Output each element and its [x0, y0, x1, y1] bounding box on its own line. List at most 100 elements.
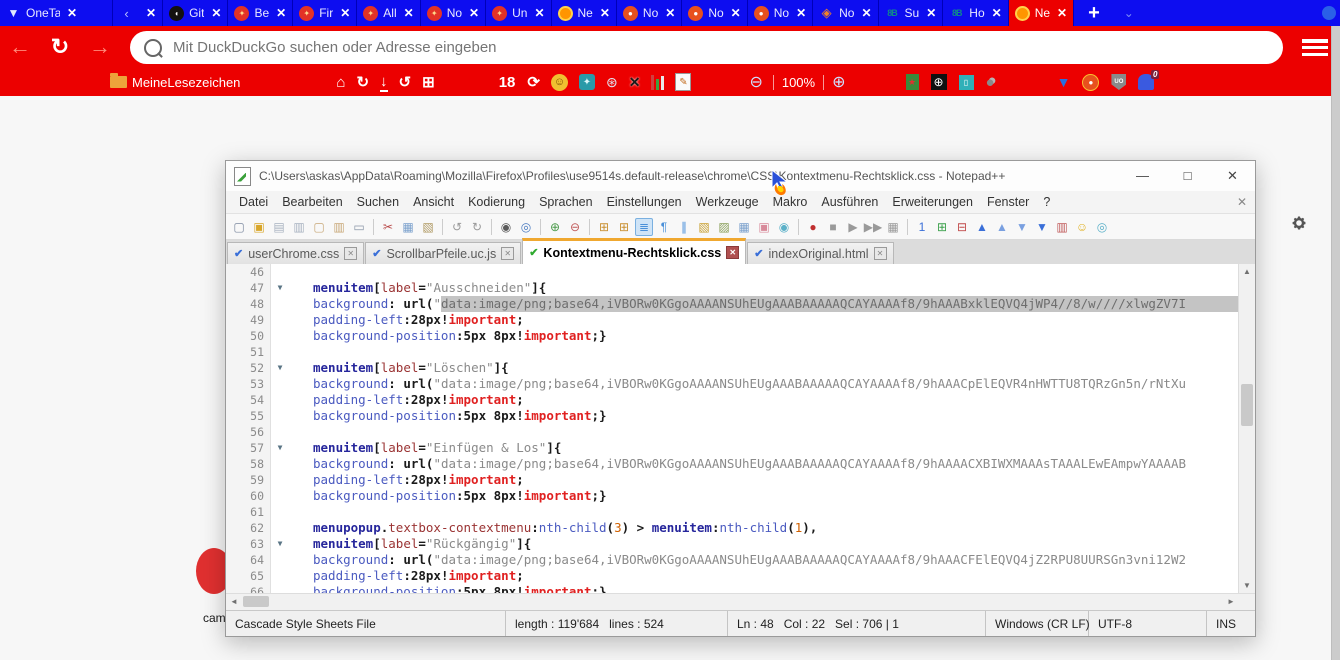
editor-horizontal-scrollbar[interactable]: ◄ ► — [226, 593, 1255, 610]
document-tab-close-icon[interactable]: ✕ — [344, 247, 357, 260]
ghostery-icon[interactable]: 0 — [1138, 74, 1154, 90]
reload-page-icon[interactable]: ↻ — [356, 73, 369, 91]
tab-close-icon[interactable]: ✕ — [665, 6, 675, 20]
collapse-all-icon[interactable]: ▲ — [973, 218, 991, 236]
document-tab[interactable]: ✔userChrome.css✕ — [227, 242, 364, 264]
open-folder-icon[interactable]: ▣ — [250, 218, 268, 236]
hscroll-thumb[interactable] — [243, 596, 269, 607]
tab-close-icon[interactable]: ✕ — [926, 6, 936, 20]
tab-close-icon[interactable]: ✕ — [211, 6, 221, 20]
tools-icon[interactable]: ✕ — [629, 73, 641, 91]
tab-close-icon[interactable]: ✕ — [340, 6, 350, 20]
address-input[interactable] — [171, 38, 1269, 57]
reload-button[interactable]: ↻ — [40, 34, 80, 60]
settings-gear-icon[interactable]: ⊛ — [606, 73, 618, 91]
zoom-out-icon[interactable]: ⊖ — [566, 218, 584, 236]
stop-macro-icon[interactable]: ■ — [824, 218, 842, 236]
equalizer-icon[interactable] — [651, 75, 664, 90]
browser-tab[interactable]: ‹✕ — [113, 0, 163, 26]
bookmark-star-icon[interactable]: ★ — [906, 74, 919, 90]
bookmarks-folder-icon[interactable] — [110, 73, 127, 91]
scroll-up-icon[interactable]: ▲ — [1239, 264, 1255, 279]
browser-tab[interactable]: ✦All✕ — [357, 0, 420, 26]
browser-tab[interactable]: ●No✕ — [748, 0, 813, 26]
tab-close-icon[interactable]: ✕ — [67, 6, 77, 20]
browser-tab[interactable]: ◖Git✕ — [163, 0, 228, 26]
function-list-icon[interactable]: ▧ — [695, 218, 713, 236]
document-tab-active[interactable]: ✔Kontextmenu-Rechtsklick.css✕ — [522, 238, 746, 264]
editor-area[interactable]: 4647▼menuitem[label="Ausschneiden"]{48ba… — [226, 264, 1255, 593]
sync-icon[interactable]: ⟳ — [527, 73, 540, 91]
restore-session-icon[interactable]: ↺ — [399, 73, 412, 91]
edit-notes-icon[interactable]: ✎ — [675, 73, 691, 91]
home-icon[interactable]: ⌂ — [336, 73, 345, 91]
close-file-icon[interactable]: ▢ — [310, 218, 328, 236]
show-all-chars-icon[interactable]: ¶ — [655, 218, 673, 236]
tab-close-icon[interactable]: ✕ — [1057, 6, 1067, 20]
back-button[interactable]: ← — [0, 34, 40, 60]
browser-tab[interactable]: ✦Fir✕ — [293, 0, 357, 26]
browser-tab[interactable]: ●No✕ — [682, 0, 747, 26]
browser-tab[interactable]: ✦Un✕ — [486, 0, 551, 26]
menu-item-datei[interactable]: Datei — [232, 195, 275, 209]
folder-workspace-icon[interactable]: ▣ — [755, 218, 773, 236]
close-button[interactable]: ✕ — [1210, 168, 1255, 184]
scroll-down-icon[interactable]: ▼ — [1239, 578, 1255, 593]
tab-close-icon[interactable]: ✕ — [796, 6, 806, 20]
save-icon[interactable]: ▤ — [270, 218, 288, 236]
wrap-icon[interactable]: ≣ — [635, 218, 653, 236]
bookmark-toggle-icon[interactable]: ⊞ — [933, 218, 951, 236]
onetab-funnel-icon[interactable]: ▼ — [1057, 73, 1071, 91]
vscroll-thumb[interactable] — [1241, 384, 1253, 426]
run-macro-multi-icon[interactable]: ▶▶ — [864, 218, 882, 236]
find-icon[interactable]: ◉ — [497, 218, 515, 236]
tile-tabs-icon[interactable]: ⊞ — [422, 73, 435, 91]
menu-item-fenster[interactable]: Fenster — [980, 195, 1036, 209]
browser-tab[interactable]: ●No✕ — [617, 0, 682, 26]
document-tab[interactable]: ✔ScrollbarPfeile.uc.js✕ — [365, 242, 521, 264]
smiley-plugin-icon[interactable]: ☺ — [1073, 218, 1091, 236]
browser-tab[interactable]: ✦Be✕ — [228, 0, 293, 26]
tab-close-icon[interactable]: ✕ — [146, 6, 156, 20]
copy-icon[interactable]: ▦ — [399, 218, 417, 236]
doc-map-icon[interactable]: ▨ — [715, 218, 733, 236]
browser-tab[interactable]: ◈No✕ — [813, 0, 878, 26]
smiley-addon-icon[interactable]: ☺ — [551, 74, 568, 91]
tab-close-icon[interactable]: ✕ — [276, 6, 286, 20]
browser-tab[interactable]: ✦No✕ — [421, 0, 486, 26]
menu-item-?[interactable]: ? — [1036, 195, 1057, 209]
save-macro-icon[interactable]: ▦ — [884, 218, 902, 236]
browser-tab[interactable]: ▼OneTab✕ — [0, 0, 113, 26]
minimize-button[interactable]: — — [1120, 168, 1165, 184]
fold-marker-icon[interactable]: ▼ — [271, 440, 289, 456]
new-tab-button[interactable]: + — [1074, 0, 1114, 26]
tab-close-icon[interactable]: ✕ — [731, 6, 741, 20]
fold-current-icon[interactable]: ▲ — [993, 218, 1011, 236]
document-tab-close-icon[interactable]: ✕ — [874, 247, 887, 260]
status-insert-mode[interactable]: INS — [1207, 611, 1255, 636]
maximize-button[interactable]: □ — [1165, 168, 1210, 184]
browser-tab[interactable]: 8BSu✕ — [879, 0, 944, 26]
browser-tab[interactable]: 8BHo✕ — [943, 0, 1008, 26]
save-page-icon[interactable]: ▯ — [959, 75, 974, 90]
document-tab[interactable]: ✔indexOriginal.html✕ — [747, 242, 893, 264]
menu-item-bearbeiten[interactable]: Bearbeiten — [275, 195, 349, 209]
new-file-icon[interactable]: ▢ — [230, 218, 248, 236]
undo-icon[interactable]: ↺ — [448, 218, 466, 236]
tab-close-icon[interactable]: ✕ — [469, 6, 479, 20]
browser-tab-active[interactable]: Ne✕ — [1009, 0, 1074, 26]
menu-item-erweiterungen[interactable]: Erweiterungen — [885, 195, 980, 209]
bookmarks-folder-label[interactable]: MeineLesezeichen — [132, 73, 240, 91]
menubar-close-icon[interactable]: ✕ — [1237, 195, 1247, 209]
paste-icon[interactable]: ▧ — [419, 218, 437, 236]
menu-item-werkzeuge[interactable]: Werkzeuge — [689, 195, 766, 209]
menu-item-ausfhren[interactable]: Ausführen — [814, 195, 885, 209]
tab-close-icon[interactable]: ✕ — [404, 6, 414, 20]
zoom-in-icon[interactable]: ⊕ — [546, 218, 564, 236]
molecule-addon-icon[interactable]: ● — [986, 73, 995, 91]
cut-icon[interactable]: ✂ — [379, 218, 397, 236]
scroll-right-icon[interactable]: ► — [1223, 594, 1239, 609]
tab-close-icon[interactable]: ✕ — [861, 6, 871, 20]
fold-marker-icon[interactable]: ▼ — [271, 280, 289, 296]
preview-plugin-icon[interactable]: ◎ — [1093, 218, 1111, 236]
